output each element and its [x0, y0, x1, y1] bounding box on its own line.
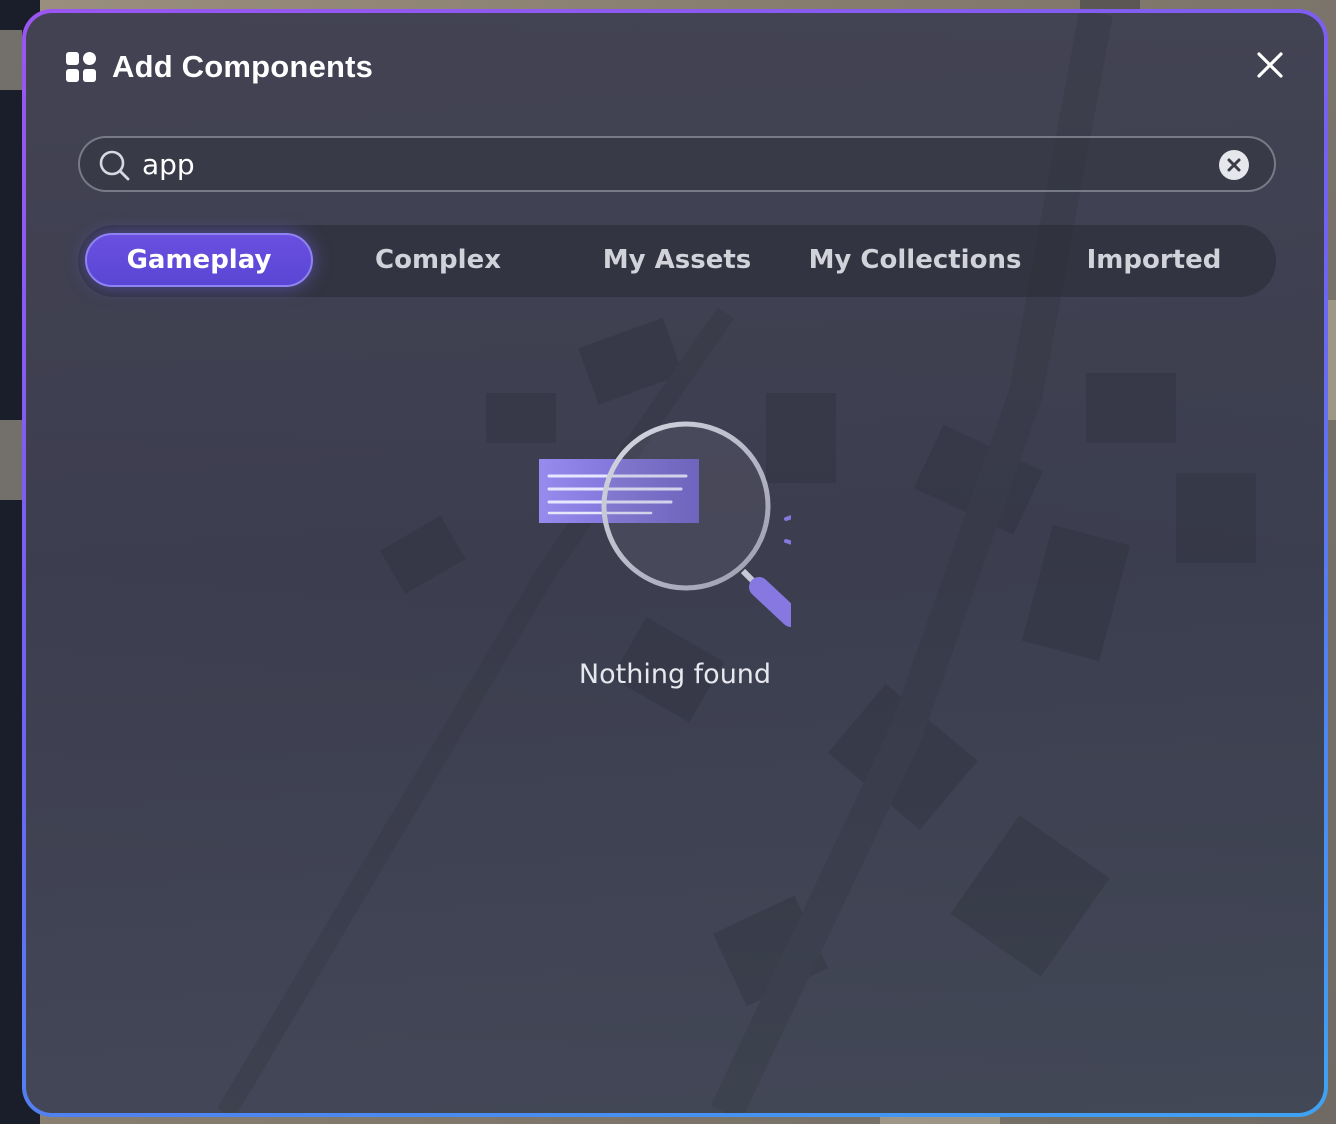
close-button[interactable]	[1254, 49, 1286, 81]
close-icon	[1257, 52, 1283, 78]
empty-state-message: Nothing found	[578, 659, 772, 690]
tab-imported[interactable]: Imported	[1040, 233, 1268, 287]
add-components-dialog: Add Components Gameplay Complex My As	[22, 9, 1328, 1117]
dialog-title: Add Components	[112, 49, 374, 84]
dialog-header: Add Components	[66, 47, 373, 87]
search-input[interactable]	[142, 146, 1202, 182]
tab-my-assets[interactable]: My Assets	[563, 233, 791, 287]
tab-complex[interactable]: Complex	[324, 233, 552, 287]
tab-my-collections[interactable]: My Collections	[801, 233, 1029, 287]
search-bar	[78, 136, 1276, 192]
dialog-panel: Add Components Gameplay Complex My As	[26, 13, 1324, 1113]
tab-gameplay[interactable]: Gameplay	[85, 233, 313, 287]
magnifier-document-icon	[539, 421, 791, 627]
category-tabs: Gameplay Complex My Assets My Collection…	[78, 225, 1276, 297]
clear-search-button[interactable]	[1218, 149, 1250, 181]
search-icon	[99, 150, 130, 181]
grid-icon	[66, 52, 96, 82]
